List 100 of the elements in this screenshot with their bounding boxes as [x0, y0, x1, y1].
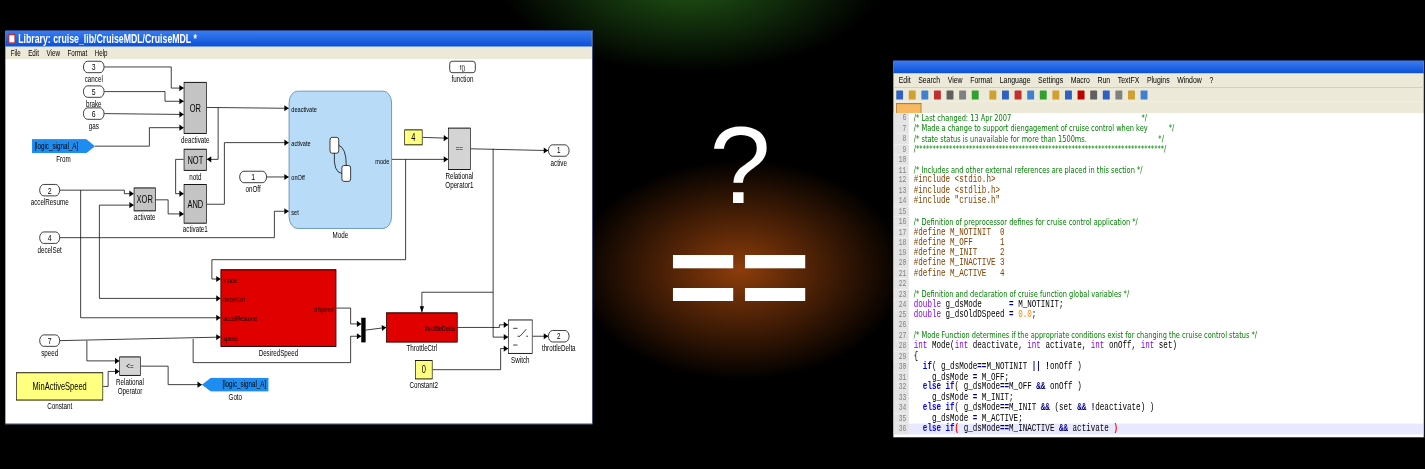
code-line: /* Mode Function determines if the appropriate conditions exist for changing the cruise control status */: [913, 330, 1258, 340]
line-number: 17: [893, 226, 909, 238]
line-number: 20: [893, 258, 909, 269]
menu-item[interactable]: Search: [918, 75, 941, 86]
code-line: double g_dsMode = M_NOTINIT;: [913, 299, 1064, 310]
signal-arrow: [175, 190, 185, 197]
menu-item[interactable]: Run: [1097, 75, 1111, 86]
code-line: /* Definition of preprocessor defines for cruise control application */: [913, 216, 1138, 227]
relational-operator-block: <=: [119, 356, 141, 376]
menu-item[interactable]: TextFX: [1117, 75, 1140, 86]
inport-block: 5: [83, 85, 105, 98]
line-number: 19: [893, 247, 909, 258]
line-number: 26: [893, 320, 909, 331]
line-number: 29: [893, 351, 909, 362]
constant-block: 4: [404, 129, 423, 146]
block-caption: decelSet: [36, 244, 63, 255]
block-caption: cancel: [83, 74, 104, 84]
line-number: 22: [893, 278, 909, 290]
menu-item[interactable]: Edit: [28, 48, 39, 58]
inport-block: 1: [239, 170, 267, 184]
block-caption: Constant2: [408, 380, 439, 390]
menu-item[interactable]: Edit: [898, 75, 911, 86]
block-caption: throttleDelta: [540, 343, 577, 353]
logic-gate-block: XOR: [133, 187, 156, 212]
line-number: 34: [893, 402, 909, 414]
block-caption: brake: [84, 98, 103, 109]
window-title: Library: cruise_lib/CruiseMDL/CruiseMDL *: [18, 32, 197, 45]
block-caption: speed: [40, 347, 60, 358]
block-caption: Constant: [46, 401, 74, 412]
line-number: 16: [893, 216, 909, 227]
constant-block: 0: [415, 360, 433, 380]
menu-item[interactable]: Macro: [1070, 75, 1090, 86]
outport-block: 1: [548, 144, 570, 157]
block-caption: Relational Operator: [115, 376, 145, 397]
from-tag: [logic_signal_A]: [31, 139, 95, 154]
line-number: 9: [893, 144, 909, 155]
file-tab[interactable]: [896, 103, 922, 114]
code-line: else if( g_dsMode==M_OFF && onOff ): [921, 382, 1082, 393]
menu-item[interactable]: Window: [1177, 75, 1202, 86]
code-line: #define M_OFF 1: [913, 237, 1005, 248]
code-line: /* state status is unavailable for more than 1500ms. */: [913, 133, 1164, 145]
code-line: /* Made a change to support diengagement of cruise control when key */: [913, 123, 1175, 135]
outport-block: 2: [548, 330, 570, 343]
block-caption: onOff: [244, 184, 262, 194]
block-caption: DesiredSpeed: [257, 347, 300, 358]
logic-gate-block: NOT: [183, 148, 207, 171]
line-number: 21: [893, 268, 909, 279]
signal-arrow: [107, 368, 120, 375]
code-line: double g_dsOldDSpeed = 0.0;: [913, 309, 1037, 321]
code-line: #include <stdlib.h>: [913, 185, 1000, 196]
signal-arrow: [422, 135, 449, 142]
block-caption: notd: [188, 171, 203, 182]
block-caption: Mode: [331, 229, 350, 240]
code-line: /* Last changed: 13 Apr 2007 */: [913, 113, 1147, 123]
signal-arrow: [124, 190, 135, 197]
line-number: 36: [893, 423, 909, 434]
line-number: 12: [893, 175, 909, 186]
menu-item[interactable]: ?: [1209, 75, 1214, 86]
inport-block: 4: [39, 231, 60, 244]
block-caption: Switch: [510, 354, 531, 365]
inport-block: 6: [83, 107, 105, 120]
menu-item[interactable]: Plugins: [1146, 75, 1170, 86]
logic-gate-block: OR: [183, 81, 207, 134]
menu-item[interactable]: File: [10, 48, 21, 58]
line-number: 18: [893, 237, 909, 248]
inport-block: 7: [39, 334, 60, 347]
block-caption: function: [450, 74, 475, 84]
logic-gate-block: AND: [183, 184, 207, 224]
goto-tag: [logic_signal_A]: [201, 377, 269, 392]
constant-block: MinActiveSpeed: [16, 372, 104, 401]
menu-item[interactable]: Format: [67, 48, 88, 58]
code-line: #define M_ACTIVE 4: [913, 268, 1005, 279]
menu-item[interactable]: Help: [94, 48, 108, 58]
line-number: 23: [893, 289, 909, 300]
signal-arrow: [167, 381, 203, 388]
line-number: 28: [893, 340, 909, 352]
signal-arrow: [206, 156, 219, 163]
menu-item[interactable]: View: [46, 48, 60, 58]
relational-operator-block: ==: [448, 127, 471, 170]
code-line: int Mode(int deactivate, int activate, int onOff, int set): [913, 340, 1177, 352]
block-caption: gas: [87, 120, 100, 131]
code-line: #include "cruise.h": [913, 195, 1000, 207]
line-number: 10: [893, 154, 909, 165]
signal-arrow: [391, 156, 449, 163]
line-number: 7: [893, 123, 909, 134]
line-number: 27: [893, 330, 909, 341]
menu-item[interactable]: Settings: [1038, 75, 1064, 86]
block-caption: ThrottleCtrl: [405, 343, 439, 353]
menu-item[interactable]: View: [947, 75, 963, 86]
line-number: 30: [893, 361, 909, 372]
code-line: #define M_NOTINIT 0: [913, 226, 1005, 238]
code-line: {: [913, 351, 919, 362]
code-line: else if( g_dsMode==M_INIT && (set && !deactivate) ): [921, 402, 1155, 414]
line-number: 24: [893, 299, 909, 310]
inport-block: 2: [39, 184, 60, 197]
block-caption: activate1: [181, 224, 209, 235]
block-caption: activate: [132, 212, 157, 222]
menu-item[interactable]: Format: [970, 75, 993, 86]
line-number: 35: [893, 413, 909, 424]
menu-item[interactable]: Language: [999, 75, 1031, 86]
